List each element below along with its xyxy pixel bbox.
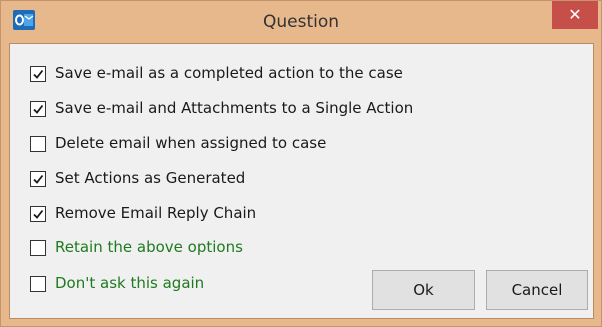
checkbox[interactable] bbox=[30, 206, 46, 222]
checkbox[interactable] bbox=[30, 171, 46, 187]
dialog-body: Save e-mail as a completed action to the… bbox=[9, 43, 594, 319]
option-label: Delete email when assigned to case bbox=[55, 134, 327, 152]
ok-button[interactable]: Ok bbox=[372, 270, 475, 310]
checkbox[interactable] bbox=[30, 276, 46, 292]
title-bar[interactable]: Question ✕ bbox=[1, 1, 601, 43]
option-retain-options[interactable]: Retain the above options bbox=[10, 237, 480, 259]
cancel-button[interactable]: Cancel bbox=[486, 270, 588, 310]
option-delete-email[interactable]: Delete email when assigned to case bbox=[10, 133, 480, 155]
close-button[interactable]: ✕ bbox=[552, 1, 598, 29]
checkbox[interactable] bbox=[30, 136, 46, 152]
question-dialog: Question ✕ Save e-mail as a completed ac… bbox=[0, 0, 602, 327]
option-label: Set Actions as Generated bbox=[55, 169, 246, 187]
checkbox[interactable] bbox=[30, 66, 46, 82]
checkmark-icon bbox=[33, 69, 44, 79]
option-save-completed-action[interactable]: Save e-mail as a completed action to the… bbox=[10, 63, 480, 85]
checkmark-icon bbox=[33, 104, 44, 114]
option-label: Remove Email Reply Chain bbox=[55, 204, 257, 222]
option-label: Save e-mail as a completed action to the… bbox=[55, 64, 403, 82]
checkmark-icon bbox=[33, 209, 44, 219]
dialog-title: Question bbox=[262, 12, 340, 32]
option-label: Don't ask this again bbox=[55, 274, 205, 292]
checkmark-icon bbox=[33, 174, 44, 184]
checkbox[interactable] bbox=[30, 101, 46, 117]
option-save-attachments-single-action[interactable]: Save e-mail and Attachments to a Single … bbox=[10, 98, 480, 120]
option-label: Save e-mail and Attachments to a Single … bbox=[55, 99, 414, 117]
option-remove-reply-chain[interactable]: Remove Email Reply Chain bbox=[10, 203, 480, 225]
checkbox[interactable] bbox=[30, 240, 46, 256]
option-set-actions-generated[interactable]: Set Actions as Generated bbox=[10, 168, 480, 190]
option-label: Retain the above options bbox=[55, 238, 243, 256]
